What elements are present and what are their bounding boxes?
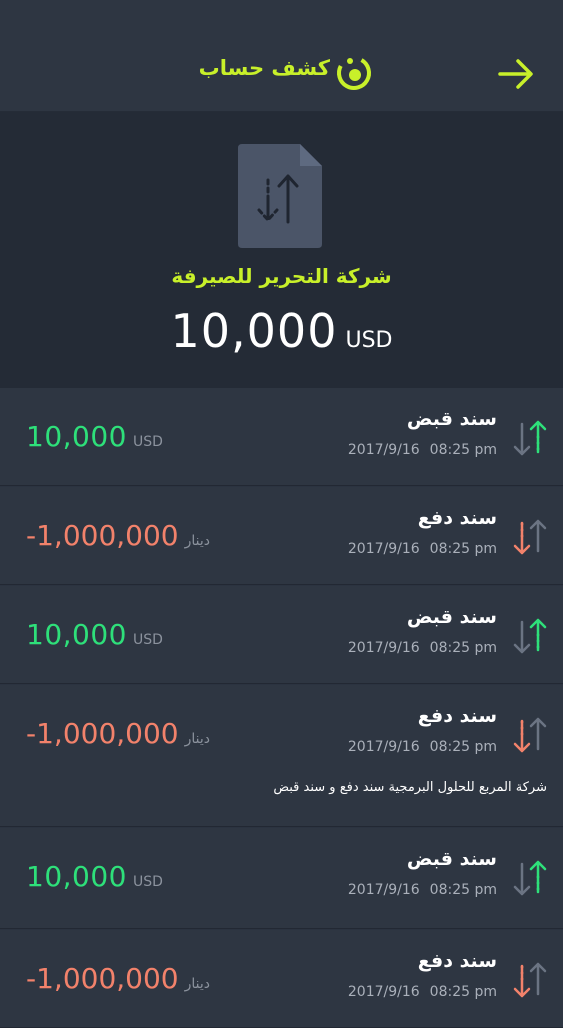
- transaction-amount: -1,000,000 دينار: [26, 519, 210, 552]
- payment-out-icon: [513, 962, 547, 998]
- transaction-title: سند دفع: [417, 950, 497, 972]
- transaction-datetime: 2017/9/16 08:25 pm: [347, 882, 497, 898]
- transaction-amount: -1,000,000 دينار: [26, 717, 210, 750]
- transfer-document-icon: [238, 144, 322, 248]
- transaction-datetime: 2017/9/16 08:25 pm: [347, 984, 497, 1000]
- transaction-row[interactable]: سند دفع 2017/9/16 08:25 pm -1,000,000 دينا…: [0, 487, 563, 585]
- transaction-datetime: 2017/9/16 08:25 pm: [347, 442, 497, 458]
- transaction-title: سند قبض: [406, 606, 497, 628]
- transaction-title: سند دفع: [417, 507, 497, 529]
- balance-value: 10,000: [170, 304, 338, 358]
- transaction-row[interactable]: سند دفع 2017/9/16 08:25 pm -1,000,000 دينا…: [0, 685, 563, 827]
- transaction-title: سند قبض: [406, 848, 497, 870]
- transaction-amount: 10,000 USD: [26, 860, 163, 893]
- receipt-in-icon: [513, 860, 547, 896]
- company-name: شركة التحرير للصيرفة: [171, 264, 392, 288]
- transaction-note: شركة المربع للحلول البرمجية سند دفع و سن…: [273, 780, 547, 795]
- transaction-datetime: 2017/9/16 08:25 pm: [347, 739, 497, 755]
- payment-out-icon: [513, 519, 547, 555]
- account-summary: شركة التحرير للصيرفة 10,000 USD: [0, 112, 563, 388]
- app-header: كشف حساب: [0, 0, 563, 112]
- transaction-amount: -1,000,000 دينار: [26, 962, 210, 995]
- receipt-in-icon: [513, 618, 547, 654]
- transaction-amount: 10,000 USD: [26, 420, 163, 453]
- transaction-title: سند دفع: [417, 705, 497, 727]
- balance-currency: USD: [345, 328, 393, 353]
- transaction-row[interactable]: سند قبض 2017/9/16 08:25 pm 10,000 USD: [0, 586, 563, 684]
- brand-logo-icon: [337, 56, 371, 90]
- payment-out-icon: [513, 717, 547, 753]
- back-arrow-icon[interactable]: [494, 52, 538, 96]
- transaction-row[interactable]: سند قبض 2017/9/16 08:25 pm 10,000 USD: [0, 388, 563, 486]
- transaction-row[interactable]: سند قبض 2017/9/16 08:25 pm 10,000 USD: [0, 828, 563, 929]
- receipt-in-icon: [513, 420, 547, 456]
- page-title: كشف حساب: [198, 56, 330, 80]
- transaction-datetime: 2017/9/16 08:25 pm: [347, 541, 497, 557]
- transaction-title: سند قبض: [406, 408, 497, 430]
- transaction-datetime: 2017/9/16 08:25 pm: [347, 640, 497, 656]
- transaction-row[interactable]: سند دفع 2017/9/16 08:25 pm -1,000,000 دينا…: [0, 930, 563, 1028]
- transaction-amount: 10,000 USD: [26, 618, 163, 651]
- balance-amount: 10,000 USD: [0, 304, 563, 358]
